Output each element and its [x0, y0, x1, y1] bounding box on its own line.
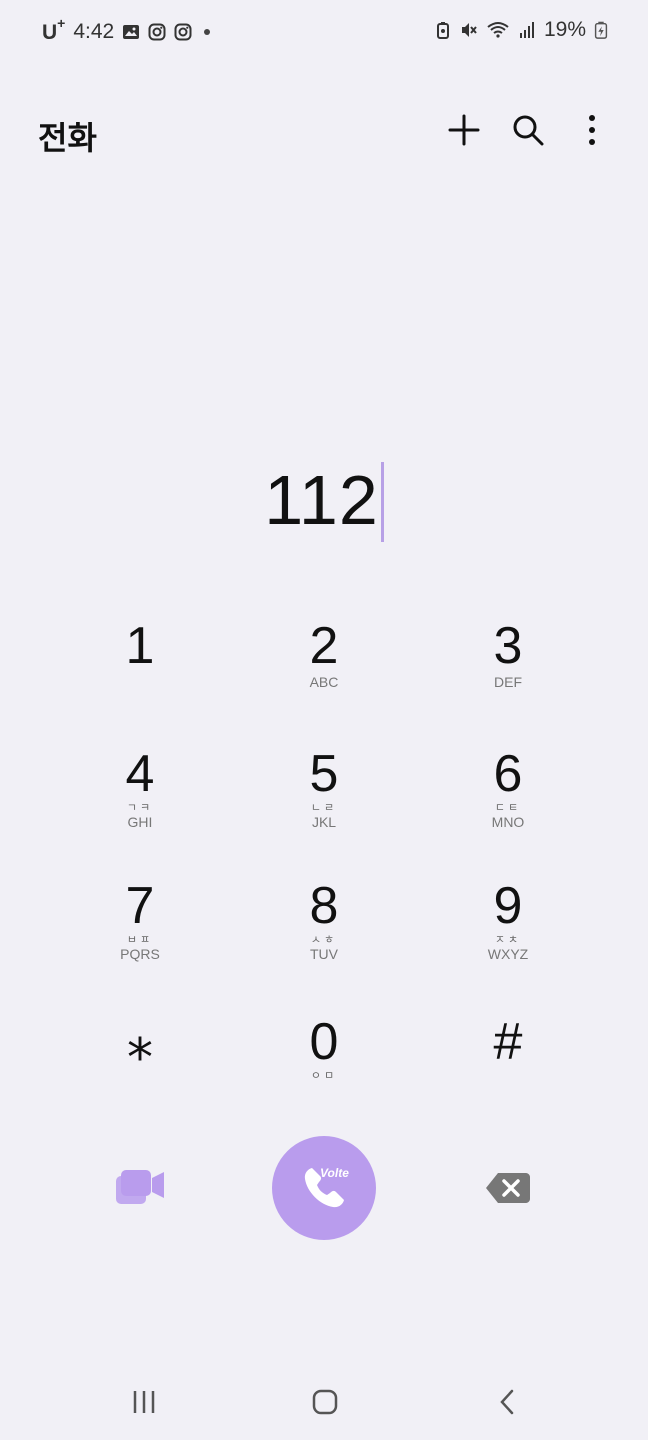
key-digit: #	[493, 1013, 523, 1071]
key-letters: DEF	[494, 674, 522, 690]
recycle-battery-icon	[436, 22, 449, 39]
key-5[interactable]: 5 ㄴㄹ JKL	[232, 728, 416, 848]
dialed-number-field[interactable]: 112	[0, 455, 648, 545]
key-letters: JKL	[311, 814, 337, 830]
video-call-icon	[116, 1170, 164, 1204]
key-digit: 4	[125, 745, 155, 803]
recent-apps-button[interactable]	[124, 1382, 164, 1422]
key-letters: PQRS	[120, 946, 160, 962]
key-7[interactable]: 7 ㅂㅍ PQRS	[48, 860, 232, 980]
key-digit: 9	[493, 877, 523, 935]
key-digit: 1	[125, 617, 155, 675]
key-hangul: ㄱㅋ	[126, 802, 154, 814]
instagram-icon	[174, 23, 192, 40]
key-2[interactable]: 2 ABC	[232, 600, 416, 720]
add-icon	[448, 114, 480, 146]
mute-icon	[461, 23, 477, 37]
status-bar: U+ 4:42 19%	[0, 0, 648, 64]
signal-icon	[519, 22, 534, 38]
key-digit: 8	[309, 877, 339, 935]
page-title: 전화	[38, 120, 97, 156]
key-digit: ⁎	[127, 1013, 153, 1071]
key-3[interactable]: 3 DEF	[416, 600, 600, 720]
key-letters: ABC	[309, 674, 339, 690]
text-cursor	[380, 461, 384, 542]
key-hangul: ㄴㄹ	[310, 802, 338, 814]
navigation-bar	[0, 1370, 648, 1434]
app-bar: 전화	[0, 96, 648, 168]
key-0[interactable]: 0 ㅇㅁ	[232, 996, 416, 1116]
key-letters: GHI	[127, 814, 153, 830]
key-hangul: ㅇㅁ	[310, 1070, 338, 1082]
home-icon	[312, 1389, 338, 1415]
status-left: U+ 4:42	[42, 15, 211, 45]
key-asterisk[interactable]: ⁎	[48, 996, 232, 1116]
back-icon	[500, 1389, 514, 1415]
key-letters: MNO	[491, 814, 525, 830]
key-9[interactable]: 9 ㅈㅊ WXYZ	[416, 860, 600, 980]
battery-charging-icon	[594, 21, 608, 39]
key-8[interactable]: 8 ㅅㅎ TUV	[232, 860, 416, 980]
instagram-icon	[148, 23, 166, 40]
battery-percentage: 19%	[543, 18, 586, 41]
backspace-button[interactable]	[484, 1170, 532, 1206]
status-time: 4:42	[73, 19, 115, 43]
home-button[interactable]	[305, 1382, 345, 1422]
key-hangul: ㄷㅌ	[494, 802, 522, 814]
search-button[interactable]	[510, 112, 546, 148]
key-digit: 2	[309, 617, 339, 675]
back-button[interactable]	[487, 1382, 527, 1422]
key-digit: 7	[125, 877, 155, 935]
dialed-number: 112	[264, 461, 379, 539]
more-options-icon	[589, 115, 595, 145]
key-1[interactable]: 1	[48, 600, 232, 720]
key-digit: 3	[493, 617, 523, 675]
voice-call-button[interactable]: Volte	[272, 1136, 376, 1240]
carrier-label: U+	[42, 15, 66, 44]
app-bar-actions	[446, 112, 610, 148]
volte-badge: Volte	[320, 1166, 349, 1180]
backspace-icon	[486, 1173, 530, 1203]
recent-apps-icon	[133, 1391, 155, 1413]
video-call-button[interactable]	[112, 1164, 168, 1212]
add-contact-button[interactable]	[446, 112, 482, 148]
key-4[interactable]: 4 ㄱㅋ GHI	[48, 728, 232, 848]
key-letters: WXYZ	[487, 946, 529, 962]
key-digit: 6	[493, 745, 523, 803]
key-hangul: ㅈㅊ	[494, 934, 522, 946]
key-letters: TUV	[310, 946, 338, 962]
gallery-icon	[123, 24, 140, 39]
more-notifications-dot-icon	[204, 28, 211, 35]
search-icon	[513, 115, 544, 146]
key-6[interactable]: 6 ㄷㅌ MNO	[416, 728, 600, 848]
key-digit: 0	[309, 1013, 339, 1071]
more-options-button[interactable]	[574, 112, 610, 148]
key-hash[interactable]: #	[416, 996, 600, 1116]
status-right: 19%	[434, 18, 608, 42]
key-digit: 5	[309, 745, 339, 803]
wifi-icon	[487, 22, 509, 38]
key-hangul: ㅅㅎ	[310, 934, 338, 946]
key-hangul: ㅂㅍ	[126, 934, 154, 946]
